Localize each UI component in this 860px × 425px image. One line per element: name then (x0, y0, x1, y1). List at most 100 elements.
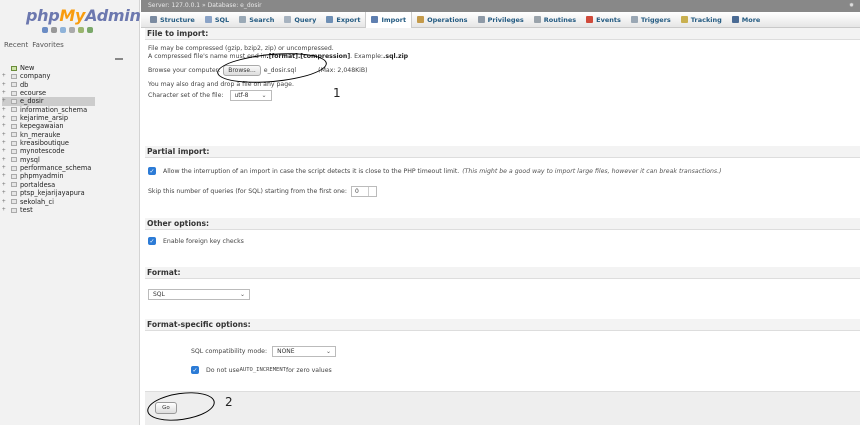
database-label[interactable]: performance_schema (20, 164, 91, 172)
database-label[interactable]: kreasiboutique (20, 139, 69, 147)
format-heading: Format: (145, 267, 860, 279)
tab-triggers[interactable]: Triggers (626, 12, 676, 28)
database-item[interactable]: + db (2, 81, 91, 89)
database-label[interactable]: mynotescode (20, 147, 65, 155)
expand-icon[interactable]: + (2, 81, 11, 89)
tab-import[interactable]: Import (365, 11, 413, 28)
expand-icon[interactable]: + (2, 97, 11, 105)
database-item[interactable]: + company (2, 72, 91, 80)
auto-increment-checkbox[interactable]: ✓ (191, 366, 199, 374)
database-item[interactable]: + kepegawaian (2, 122, 91, 130)
interrupt-note: (This might be a good way to import larg… (462, 167, 722, 175)
tab-operations[interactable]: Operations (412, 12, 472, 28)
recent-link[interactable]: Recent (4, 41, 28, 49)
settings-icon[interactable] (78, 27, 84, 33)
database-label[interactable]: phpmyadmin (20, 172, 64, 180)
expand-icon[interactable]: + (2, 147, 11, 155)
compat-row: SQL compatibility mode: NONE ⌄ (191, 346, 337, 357)
database-item[interactable]: + performance_schema (2, 164, 91, 172)
compat-select[interactable]: NONE ⌄ (272, 346, 337, 357)
gear-icon[interactable]: ✹ (849, 0, 854, 12)
spinner-icon[interactable] (367, 187, 376, 196)
database-item[interactable]: + information_schema (2, 106, 91, 114)
expand-icon[interactable]: + (2, 131, 11, 139)
docs-icon[interactable] (69, 27, 75, 33)
database-item[interactable]: + portaldesa (2, 181, 91, 189)
database-item[interactable]: + sekolah_ci (2, 198, 91, 206)
reload-icon[interactable] (87, 27, 93, 33)
interrupt-checkbox[interactable]: ✓ (148, 167, 156, 175)
foreign-keys-row: ✓ Enable foreign key checks (148, 237, 244, 245)
database-tree: New + company + db + ecourse + e_dosir + informati… (2, 64, 96, 214)
database-icon (11, 199, 17, 205)
database-label[interactable]: company (20, 72, 50, 80)
expand-icon[interactable]: + (2, 72, 11, 80)
expand-icon[interactable]: + (2, 122, 11, 130)
tab-export[interactable]: Export (321, 12, 365, 28)
expand-icon[interactable]: + (2, 89, 11, 97)
database-item[interactable]: + phpmyadmin (2, 172, 91, 180)
tab-tracking[interactable]: Tracking (676, 12, 727, 28)
tab-more[interactable]: More (727, 12, 766, 28)
help-icon[interactable] (60, 27, 66, 33)
database-label[interactable]: information_schema (20, 106, 87, 114)
skip-queries-input[interactable]: 0 (350, 186, 377, 197)
format-select[interactable]: SQL ⌄ (148, 289, 250, 300)
events-icon (586, 16, 594, 23)
database-label[interactable]: kn_merauke (20, 131, 60, 139)
collapse-icon[interactable] (115, 58, 123, 60)
tab-label: Privileges (487, 15, 524, 24)
database-label[interactable]: New (20, 64, 34, 72)
compress-info-1: File may be compressed (gzip, bzip2, zip… (148, 45, 334, 52)
database-item[interactable]: + e_dosir (2, 97, 96, 106)
database-label[interactable]: kejarime_arsip (20, 114, 68, 122)
home-icon[interactable] (42, 27, 48, 33)
database-label[interactable]: ptsp_kejarijayapura (20, 189, 85, 197)
database-item[interactable]: + ecourse (2, 89, 91, 97)
expand-icon[interactable]: + (2, 206, 11, 214)
logout-icon[interactable] (51, 27, 57, 33)
tab-routines[interactable]: Routines (529, 12, 581, 28)
expand-icon[interactable]: + (2, 181, 11, 189)
charset-select[interactable]: utf-8 ⌄ (229, 90, 272, 101)
database-item[interactable]: + kejarime_arsip (2, 114, 91, 122)
foreign-keys-checkbox[interactable]: ✓ (148, 237, 156, 245)
tab-structure[interactable]: Structure (145, 12, 200, 28)
expand-icon[interactable]: + (2, 139, 11, 147)
database-label[interactable]: sekolah_ci (20, 198, 54, 206)
logo-admin-text: Admin (85, 6, 141, 25)
phpmyadmin-logo[interactable]: phpMyAdmin (26, 6, 141, 25)
expand-icon[interactable]: + (2, 198, 11, 206)
database-label[interactable]: e_dosir (20, 97, 44, 105)
database-item[interactable]: + kn_merauke (2, 131, 91, 139)
expand-icon[interactable]: + (2, 156, 11, 164)
expand-icon[interactable]: + (2, 114, 11, 122)
database-label[interactable]: test (20, 206, 33, 214)
tab-search[interactable]: Search (234, 12, 279, 28)
tab-sql[interactable]: SQL (200, 12, 234, 28)
expand-icon[interactable]: + (2, 106, 11, 114)
tab-events[interactable]: Events (581, 12, 626, 28)
navigation-sidebar: phpMyAdmin Recent Favorites New + company + d… (0, 0, 141, 425)
database-icon (11, 174, 17, 180)
database-item[interactable]: + mynotescode (2, 147, 91, 155)
tab-privileges[interactable]: Privileges (473, 12, 529, 28)
expand-icon[interactable]: + (2, 164, 11, 172)
database-label[interactable]: portaldesa (20, 181, 55, 189)
database-label[interactable]: kepegawaian (20, 122, 64, 130)
triggers-icon (630, 16, 638, 23)
database-label[interactable]: ecourse (20, 89, 46, 97)
tab-label: Query (294, 15, 317, 24)
database-label[interactable]: db (20, 81, 28, 89)
database-item[interactable]: + mysql (2, 156, 91, 164)
breadcrumb[interactable]: Server: 127.0.0.1 » Database: e_dosir (148, 2, 262, 9)
database-item[interactable]: + ptsp_kejarijayapura (2, 189, 91, 197)
expand-icon[interactable]: + (2, 172, 11, 180)
expand-icon[interactable]: + (2, 189, 11, 197)
database-item[interactable]: New (2, 64, 91, 72)
database-item[interactable]: + kreasiboutique (2, 139, 91, 147)
favorites-link[interactable]: Favorites (32, 41, 64, 49)
database-label[interactable]: mysql (20, 156, 40, 164)
tab-query[interactable]: Query (279, 12, 321, 28)
database-item[interactable]: + test (2, 206, 91, 214)
